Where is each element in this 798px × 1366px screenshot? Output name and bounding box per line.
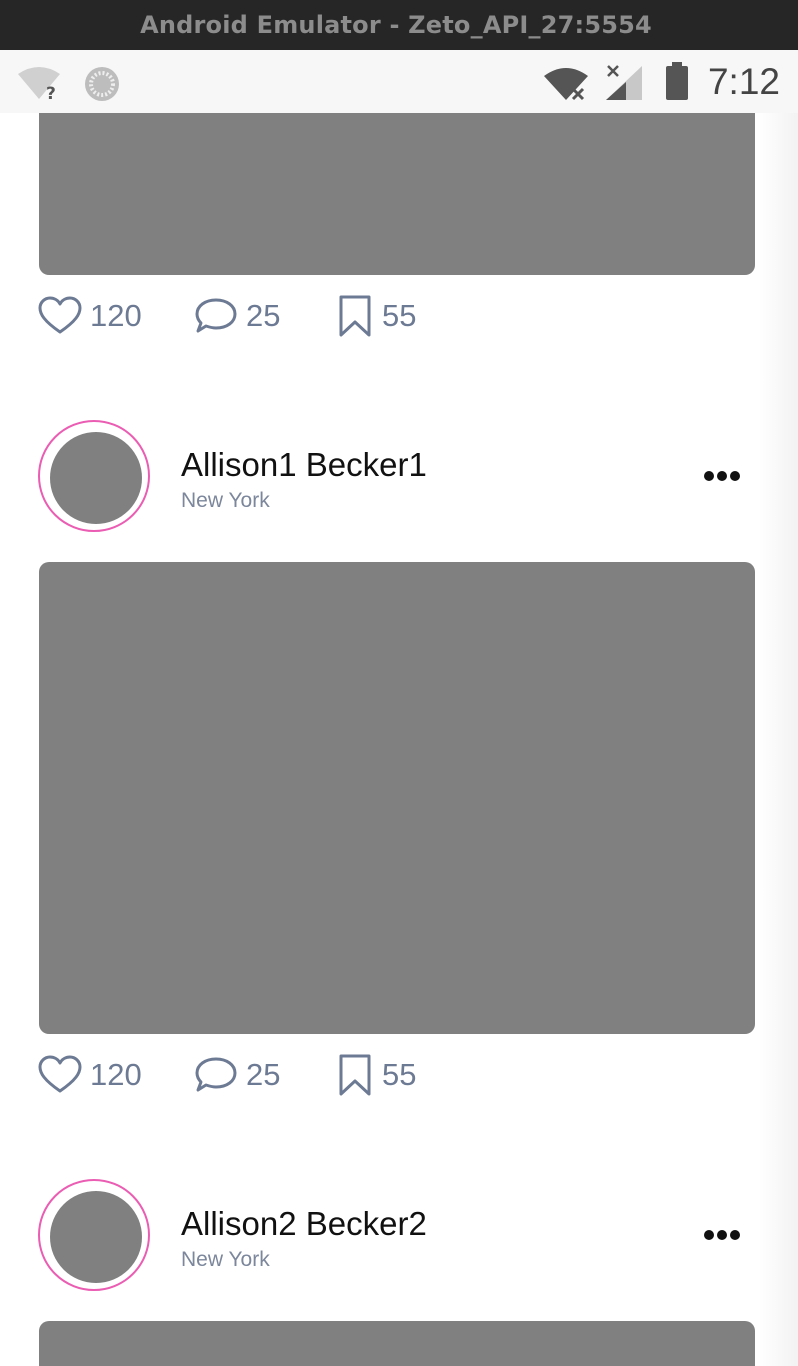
status-bar: ? 7:12 [0, 50, 798, 113]
author-name[interactable]: Allison1 Becker1 [181, 446, 427, 484]
post-header: Allison1 Becker1 New York [38, 420, 758, 538]
comment-icon [195, 1057, 237, 1092]
post-actions: 120 25 55 [38, 293, 438, 339]
like-button[interactable]: 120 [38, 1052, 142, 1098]
signal-off-icon [606, 65, 642, 100]
avatar[interactable] [38, 1179, 150, 1291]
heart-icon [38, 1055, 82, 1093]
save-button[interactable]: 55 [336, 1052, 416, 1098]
like-button[interactable]: 120 [38, 293, 142, 339]
status-clock: 7:12 [707, 61, 780, 102]
save-count: 55 [382, 1057, 417, 1092]
emulator-title-bar: Android Emulator - Zeto_API_27:5554 [0, 0, 798, 50]
like-count: 120 [90, 1057, 142, 1092]
window-title: Android Emulator - Zeto_API_27:5554 [140, 11, 652, 39]
comment-count: 25 [246, 1057, 281, 1092]
post-image[interactable] [39, 113, 755, 275]
author-location: New York [181, 489, 270, 512]
post-image[interactable] [39, 562, 755, 1034]
wifi-unknown-icon: ? [18, 67, 60, 100]
post-image[interactable] [39, 1321, 755, 1366]
more-options-icon[interactable] [702, 466, 742, 486]
heart-icon [38, 296, 82, 334]
author-location: New York [181, 1248, 270, 1271]
svg-text:?: ? [46, 84, 56, 100]
avatar-image [50, 432, 142, 524]
sync-icon [85, 67, 119, 101]
feed[interactable]: 120 25 55 Allison1 Becker1 New York 120 … [0, 113, 798, 1366]
battery-icon [666, 62, 688, 100]
more-options-icon[interactable] [702, 1225, 742, 1245]
save-button[interactable]: 55 [336, 293, 416, 339]
save-count: 55 [382, 298, 417, 333]
like-count: 120 [90, 298, 142, 333]
avatar-image [50, 1191, 142, 1283]
comment-button[interactable]: 25 [194, 1052, 280, 1098]
post-header: Allison2 Becker2 New York [38, 1179, 758, 1297]
bookmark-icon [339, 295, 371, 337]
bookmark-icon [339, 1054, 371, 1096]
wifi-off-icon [544, 68, 588, 101]
comment-count: 25 [246, 298, 281, 333]
comment-button[interactable]: 25 [194, 293, 280, 339]
author-name[interactable]: Allison2 Becker2 [181, 1205, 427, 1243]
comment-icon [195, 298, 237, 333]
avatar[interactable] [38, 420, 150, 532]
post-actions: 120 25 55 [38, 1052, 438, 1098]
